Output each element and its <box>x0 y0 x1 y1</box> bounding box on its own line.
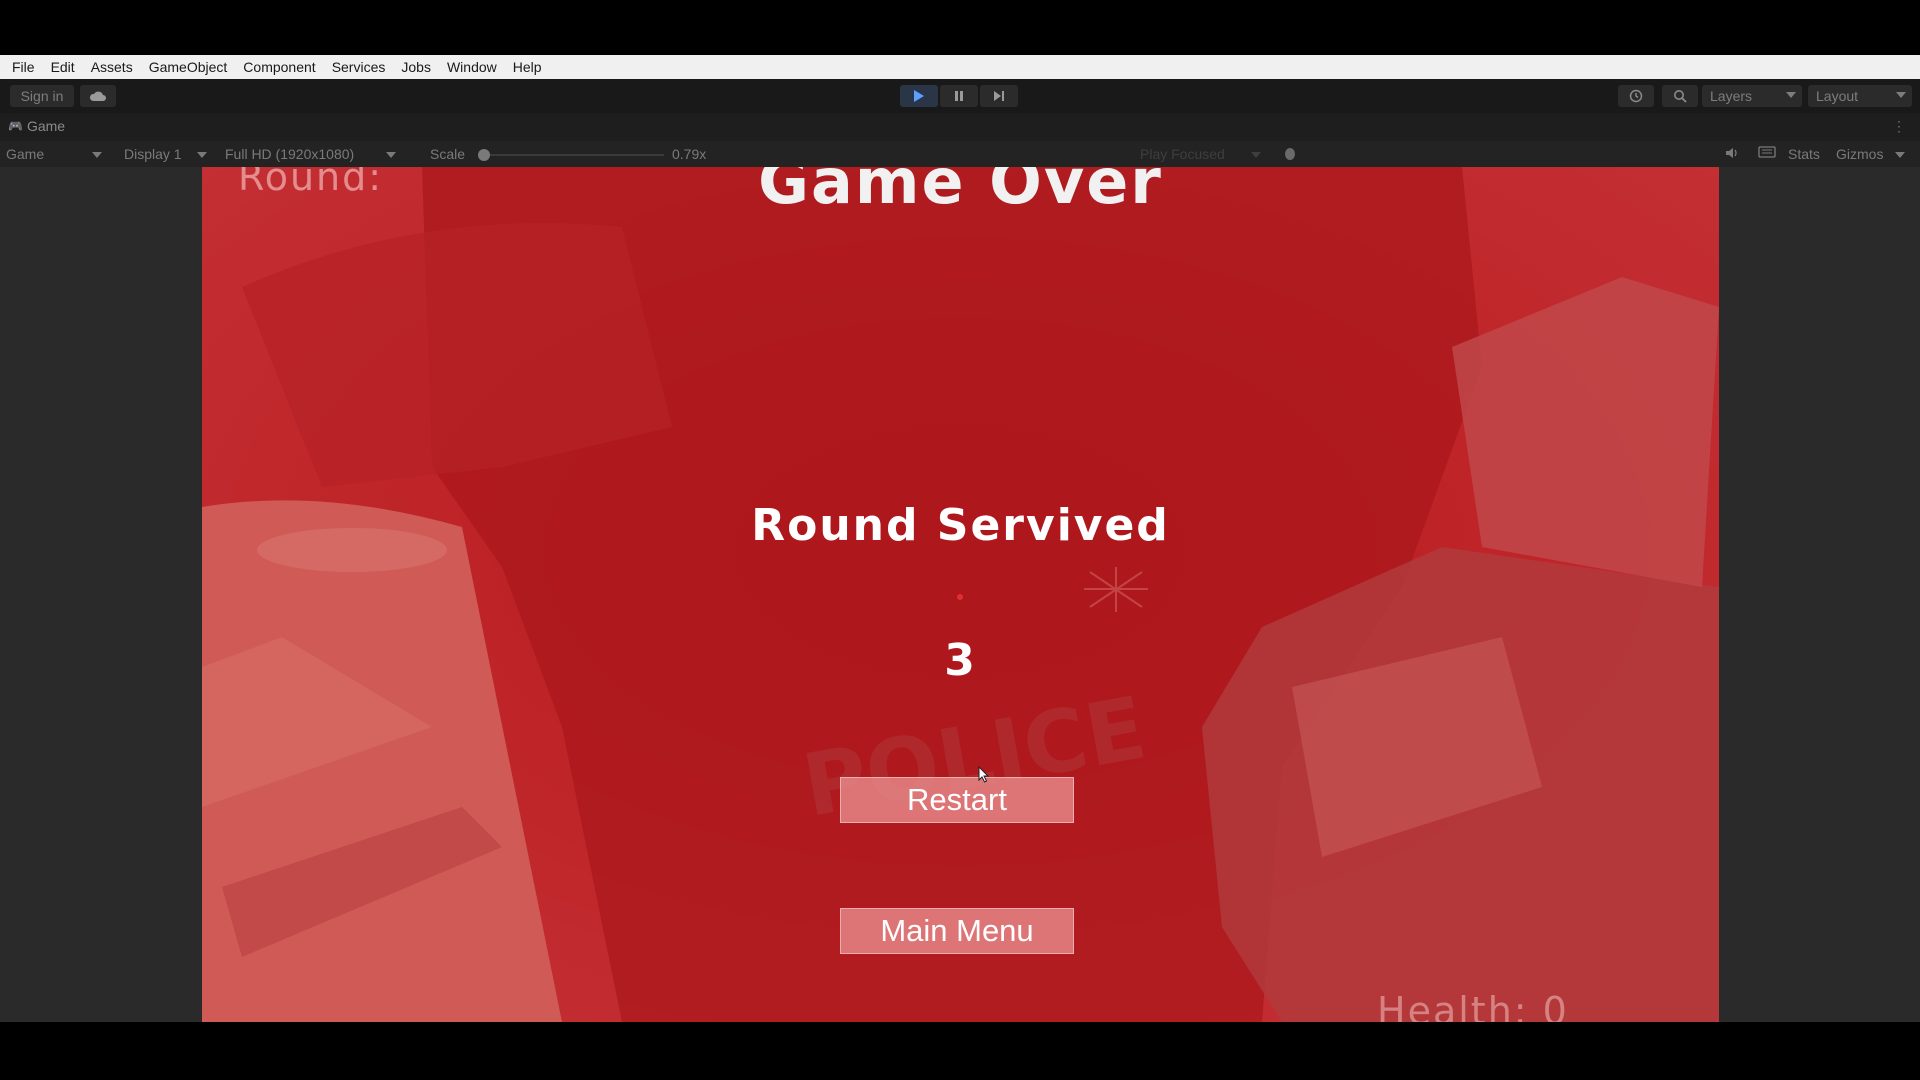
scale-slider-track[interactable] <box>484 154 664 156</box>
sign-in-button[interactable]: Sign in <box>10 85 74 107</box>
menu-file[interactable]: File <box>4 59 43 75</box>
layout-label: Layout <box>1816 88 1859 104</box>
chevron-down-icon <box>1786 92 1796 98</box>
history-icon <box>1629 89 1643 103</box>
menu-gameobject[interactable]: GameObject <box>141 59 236 75</box>
round-survived-label: Round Servived <box>751 500 1170 551</box>
menu-assets[interactable]: Assets <box>83 59 141 75</box>
undo-history-button[interactable] <box>1618 85 1654 107</box>
tab-bar: 🎮 Game ⋮ <box>0 113 1920 141</box>
search-icon <box>1674 90 1687 103</box>
letterbox-bottom <box>0 1022 1920 1080</box>
play-focused-label: Play Focused <box>1140 146 1225 162</box>
gizmos-label: Gizmos <box>1836 146 1884 162</box>
play-icon <box>914 90 924 102</box>
pause-icon <box>955 91 963 101</box>
chevron-down-icon <box>197 152 208 159</box>
chevron-down-icon <box>386 152 397 159</box>
main-toolbar: Sign in Layers Layout <box>0 79 1920 113</box>
round-survived-value: 3 <box>944 635 977 686</box>
mute-audio-icon[interactable] <box>1724 145 1740 164</box>
scale-slider-handle[interactable] <box>478 149 490 161</box>
resolution-label: Full HD (1920x1080) <box>225 146 355 162</box>
mouse-cursor-icon <box>978 766 990 783</box>
menu-window[interactable]: Window <box>439 59 505 75</box>
scale-label: Scale <box>430 146 466 162</box>
search-button[interactable] <box>1662 85 1698 107</box>
display-label: Display 1 <box>124 146 182 162</box>
scale-value: 0.79x <box>672 146 707 162</box>
resolution-dropdown[interactable]: Full HD (1920x1080) <box>225 146 397 162</box>
cloud-icon <box>89 91 106 101</box>
tab-game[interactable]: 🎮 Game <box>8 118 65 134</box>
keyboard-icon[interactable] <box>1758 145 1776 162</box>
main-menu-button[interactable]: Main Menu <box>840 908 1074 954</box>
cloud-button[interactable] <box>80 85 116 107</box>
step-icon <box>994 91 1004 101</box>
pause-button[interactable] <box>940 85 978 107</box>
gamepad-icon: 🎮 <box>8 119 23 133</box>
game-view-controlbar: Game Display 1 Full HD (1920x1080) Scale… <box>0 141 1920 167</box>
layers-label: Layers <box>1710 88 1753 104</box>
chevron-down-icon <box>92 152 103 159</box>
menu-help[interactable]: Help <box>505 59 550 75</box>
layout-dropdown[interactable]: Layout <box>1808 85 1912 107</box>
menu-bar: File Edit Assets GameObject Component Se… <box>0 55 1920 79</box>
layers-dropdown[interactable]: Layers <box>1702 85 1802 107</box>
view-mode-dropdown[interactable]: Game <box>6 146 103 162</box>
chevron-down-icon <box>1896 92 1906 98</box>
play-button[interactable] <box>900 85 938 107</box>
step-button[interactable] <box>980 85 1018 107</box>
menu-services[interactable]: Services <box>324 59 394 75</box>
menu-jobs[interactable]: Jobs <box>393 59 439 75</box>
menu-edit[interactable]: Edit <box>43 59 83 75</box>
stats-button[interactable]: Stats <box>1788 146 1820 162</box>
health-label: Health: 0 <box>1377 989 1569 1022</box>
restart-button[interactable]: Restart <box>840 777 1074 823</box>
game-scene-image: POLICE <box>202 167 1719 1022</box>
chevron-down-icon <box>1895 152 1906 159</box>
chevron-down-icon <box>1250 152 1261 159</box>
game-view[interactable]: POLICE Round: Game Over Round Servived 3… <box>202 167 1719 1022</box>
menu-component[interactable]: Component <box>235 59 323 75</box>
bug-icon[interactable] <box>1282 145 1298 164</box>
more-options-icon[interactable]: ⋮ <box>1892 118 1906 135</box>
view-mode-label: Game <box>6 146 45 162</box>
display-dropdown[interactable]: Display 1 <box>124 146 208 162</box>
game-over-title: Game Over <box>758 167 1163 218</box>
gizmos-dropdown[interactable]: Gizmos <box>1836 146 1906 162</box>
tab-game-label: Game <box>26 118 66 134</box>
play-focused-dropdown[interactable]: Play Focused <box>1140 146 1261 162</box>
letterbox-top <box>0 0 1920 55</box>
